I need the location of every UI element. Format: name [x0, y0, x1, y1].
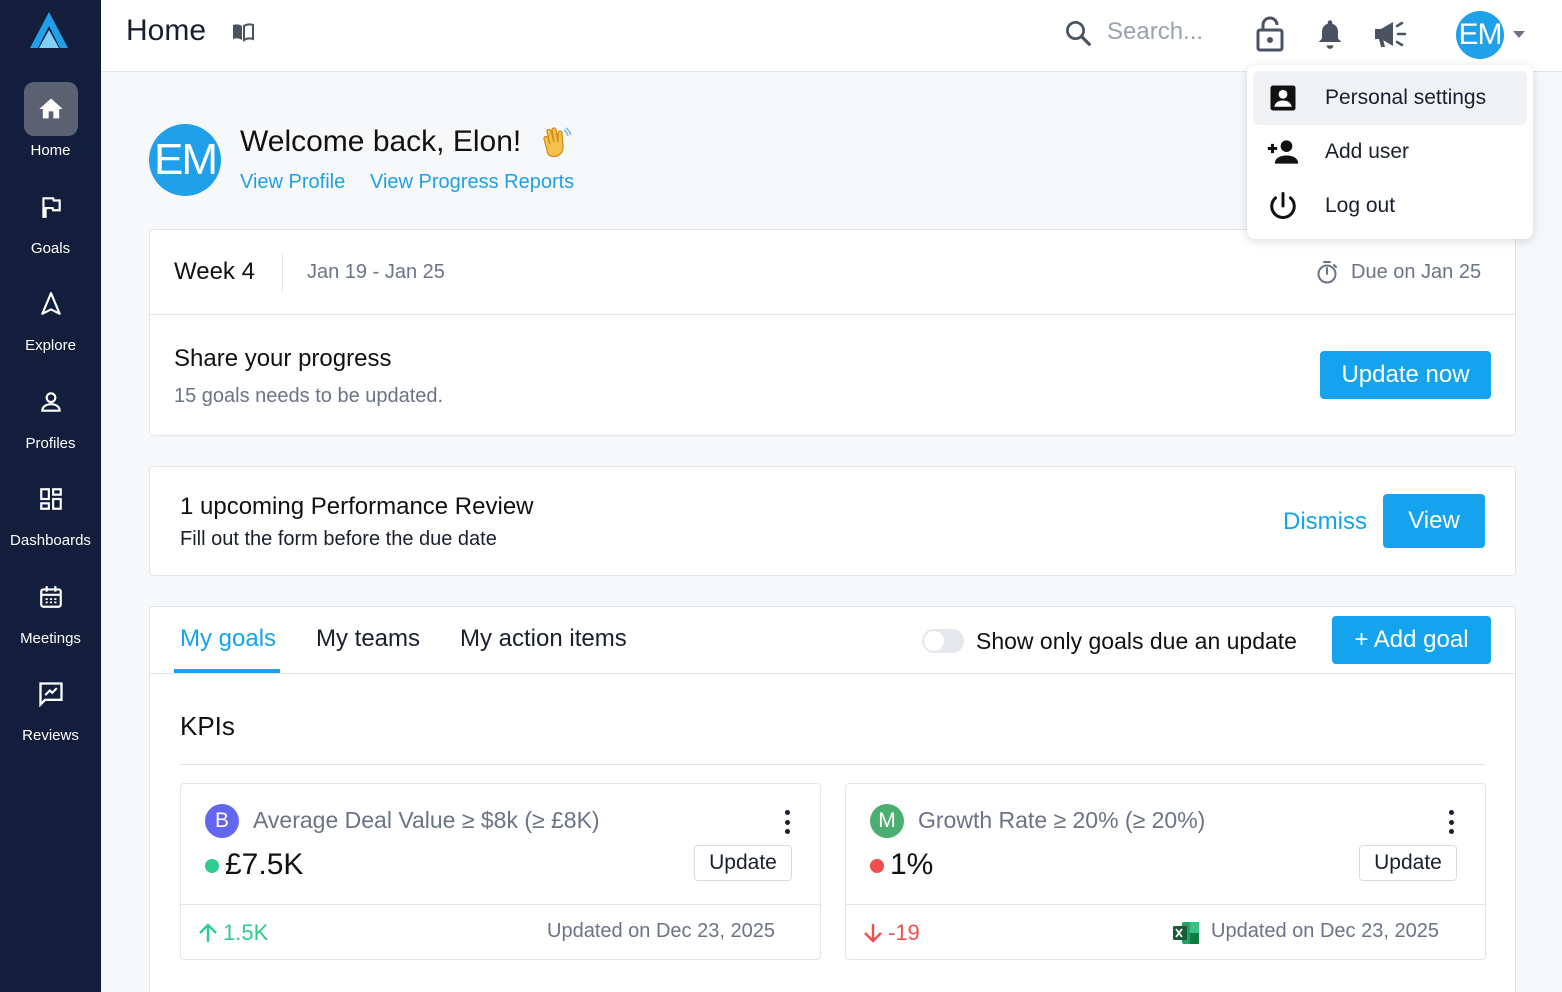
kpi-change: -19: [862, 920, 920, 946]
kpi-change: 1.5K: [197, 920, 268, 946]
tab-my-teams[interactable]: My teams: [316, 625, 420, 653]
review-title: 1 upcoming Performance Review: [180, 493, 534, 520]
account-box-icon: [1253, 83, 1313, 113]
kpi-title[interactable]: Growth Rate ≥ 20% (≥ 20%): [918, 807, 1205, 834]
menu-item-label: Log out: [1325, 194, 1396, 217]
bell-icon[interactable]: [1316, 18, 1344, 50]
more-options-icon[interactable]: [1441, 808, 1461, 836]
sidebar-item-label: Goals: [30, 240, 71, 257]
view-review-button[interactable]: View: [1383, 494, 1485, 548]
search-input[interactable]: [1107, 18, 1237, 46]
book-icon[interactable]: [231, 20, 255, 44]
person-add-icon: [1253, 138, 1313, 166]
waving-hand-icon: [543, 127, 572, 158]
tab-my-action-items[interactable]: My action items: [460, 625, 627, 653]
flag-icon: [24, 180, 78, 234]
goals-card: My goals My teams My action items Show o…: [149, 606, 1516, 992]
divider: [181, 904, 820, 905]
weekly-progress-card: Week 4 Jan 19 - Jan 25 Due on Jan 25 Sha…: [149, 229, 1516, 436]
update-kpi-button[interactable]: Update: [694, 845, 792, 881]
menu-item-log-out[interactable]: Log out: [1253, 179, 1527, 233]
sidebar-item-goals[interactable]: Goals: [0, 180, 101, 257]
sidebar-item-profiles[interactable]: Profiles: [0, 375, 101, 452]
toggle-knob: [924, 631, 944, 651]
lock-open-icon[interactable]: [1256, 16, 1284, 52]
sidebar-item-label: Home: [30, 142, 71, 159]
view-profile-link[interactable]: View Profile: [240, 171, 345, 194]
tab-my-goals[interactable]: My goals: [180, 625, 276, 653]
menu-item-personal-settings[interactable]: Personal settings: [1253, 71, 1527, 125]
status-dot: [205, 859, 219, 873]
due-date: Due on Jan 25: [1351, 261, 1482, 283]
kpi-change-value: -19: [888, 920, 920, 945]
kpi-card[interactable]: B Average Deal Value ≥ $8k (≥ £8K) £7.5K…: [180, 783, 821, 960]
megaphone-icon[interactable]: [1373, 19, 1407, 49]
welcome-heading: Welcome back, Elon!: [240, 125, 522, 158]
updated-date: Updated on Dec 23, 2025: [1211, 920, 1439, 942]
menu-item-label: Personal settings: [1325, 86, 1487, 109]
page-title: Home: [126, 14, 207, 47]
menu-item-label: Add user: [1325, 140, 1410, 163]
top-bar: Home EM: [101, 0, 1562, 72]
sidebar-item-dashboards[interactable]: Dashboards: [0, 472, 101, 549]
sidebar-item-label: Meetings: [20, 630, 81, 647]
dashboard-icon: [24, 472, 78, 526]
home-icon: [23, 82, 78, 136]
profile-avatar[interactable]: EM: [149, 124, 221, 196]
person-icon: [24, 375, 78, 429]
update-now-button[interactable]: Update now: [1320, 351, 1491, 399]
kpi-value: 1%: [890, 848, 934, 881]
app-logo-icon[interactable]: [30, 12, 68, 48]
performance-review-card: 1 upcoming Performance Review Fill out t…: [149, 466, 1516, 576]
user-avatar[interactable]: EM: [1456, 11, 1504, 59]
sidebar-item-meetings[interactable]: Meetings: [0, 570, 101, 647]
more-options-icon[interactable]: [777, 808, 797, 836]
section-title: KPIs: [180, 711, 235, 741]
share-progress-title: Share your progress: [174, 345, 392, 372]
sidebar-item-explore[interactable]: Explore: [0, 277, 101, 354]
search-icon[interactable]: [1063, 18, 1093, 48]
calendar-icon: [24, 570, 78, 624]
dismiss-button[interactable]: Dismiss: [1283, 508, 1367, 536]
owner-badge: M: [870, 804, 904, 838]
power-icon: [1253, 191, 1313, 221]
divider: [150, 314, 1515, 315]
divider: [282, 254, 283, 292]
kpi-card[interactable]: M Growth Rate ≥ 20% (≥ 20%) 1% Update -1…: [845, 783, 1486, 960]
sidebar-item-label: Explore: [25, 337, 76, 354]
sidebar-item-label: Reviews: [22, 727, 79, 744]
excel-icon: [1173, 922, 1199, 944]
share-progress-subtitle: 15 goals needs to be updated.: [174, 385, 444, 407]
sidebar-item-label: Profiles: [25, 435, 76, 452]
kpi-value: £7.5K: [225, 848, 304, 881]
menu-item-add-user[interactable]: Add user: [1253, 125, 1527, 179]
divider: [846, 904, 1485, 905]
arrow-up-icon: [199, 923, 217, 942]
divider: [150, 673, 1515, 674]
sidebar-item-home[interactable]: Home: [0, 82, 101, 159]
add-goal-button[interactable]: + Add goal: [1332, 616, 1491, 664]
user-menu: Personal settings Add user Log out: [1247, 65, 1533, 239]
week-label: Week 4: [174, 258, 255, 285]
week-dates: Jan 19 - Jan 25: [307, 261, 445, 283]
view-progress-reports-link[interactable]: View Progress Reports: [370, 171, 574, 194]
chevron-down-icon[interactable]: [1512, 29, 1526, 39]
review-subtitle: Fill out the form before the due date: [180, 528, 497, 550]
sidebar-item-reviews[interactable]: Reviews: [0, 667, 101, 744]
kpi-change-value: 1.5K: [223, 920, 269, 945]
divider: [180, 764, 1485, 765]
sidebar-item-label: Dashboards: [10, 532, 91, 549]
toggle-label: Show only goals due an update: [976, 628, 1297, 654]
due-update-toggle[interactable]: [922, 629, 964, 653]
navigation-icon: [24, 277, 78, 331]
status-dot: [870, 859, 884, 873]
arrow-down-icon: [864, 924, 882, 943]
sidebar: Home Goals Explore Profiles Dashboards M…: [0, 0, 101, 992]
update-kpi-button[interactable]: Update: [1359, 845, 1457, 881]
timer-icon: [1317, 261, 1337, 284]
updated-date: Updated on Dec 23, 2025: [547, 920, 775, 942]
owner-badge: B: [205, 804, 239, 838]
review-icon: [24, 667, 78, 721]
kpi-title[interactable]: Average Deal Value ≥ $8k (≥ £8K): [253, 807, 600, 834]
